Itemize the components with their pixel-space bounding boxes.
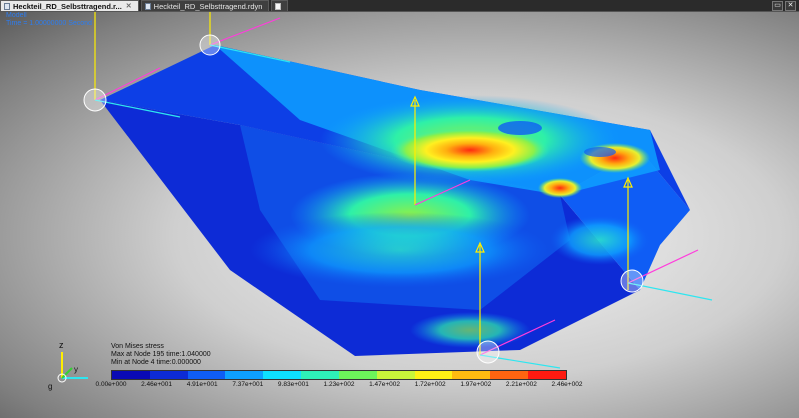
legend-tick-label: 7.37e+001 <box>232 381 264 388</box>
document-icon <box>144 2 151 10</box>
stress-region <box>498 121 542 135</box>
stress-region <box>550 215 650 265</box>
tab-label: Heckteil_RD_Selbsttragend.r... <box>13 1 122 11</box>
legend-tick-label: 1.72e+002 <box>414 381 446 388</box>
y-axis-label: y <box>74 365 78 374</box>
legend-tick-label: 2.46e+002 <box>551 381 583 388</box>
document-icon <box>4 2 10 10</box>
color-legend-bar <box>111 370 567 380</box>
close-icon[interactable]: ✕ <box>126 2 132 10</box>
stress-region <box>250 212 550 288</box>
new-tab-button[interactable] <box>271 0 289 11</box>
legend-color-segment <box>414 371 453 379</box>
legend-title: Von Mises stress <box>111 343 164 350</box>
legend-tick-label: 0.00e+000 <box>95 381 127 388</box>
new-document-icon <box>275 2 282 10</box>
document-tab-bar: Heckteil_RD_Selbsttragend.r... ✕ Hecktei… <box>0 0 799 12</box>
tab-heckteil-rdyn[interactable]: Heckteil_RD_Selbsttragend.rdyn <box>140 0 270 11</box>
legend-info: Von Mises stress Max at Node 195 time:1.… <box>111 343 211 367</box>
g-label: g <box>48 382 52 391</box>
legend-color-segment <box>490 371 529 379</box>
legend-color-segment <box>112 371 150 379</box>
3d-viewport[interactable]: Modell Time = 1.00000000 Second z y g Vo… <box>0 12 799 418</box>
legend-color-segment <box>528 371 566 379</box>
legend-tick-label: 1.47e+002 <box>369 381 401 388</box>
legend-tick-label: 2.21e+002 <box>505 381 537 388</box>
color-legend-ticks: 0.00e+000 2.46e+001 4.91e+001 7.37e+001 9.83… <box>86 381 596 391</box>
legend-tick-label: 2.46e+001 <box>141 381 173 388</box>
hot-spot <box>538 178 582 198</box>
close-window-button[interactable]: ✕ <box>785 1 796 11</box>
legend-color-segment <box>225 371 264 379</box>
legend-color-segment <box>338 371 377 379</box>
legend-color-segment <box>187 371 226 379</box>
restore-button[interactable]: ▭ <box>772 1 783 11</box>
legend-color-segment <box>149 371 188 379</box>
legend-tick-label: 1.97e+002 <box>460 381 492 388</box>
legend-max: Max at Node 195 time:1.040000 <box>111 351 211 358</box>
z-axis-label: z <box>59 340 64 350</box>
legend-tick-label: 4.91e+001 <box>186 381 218 388</box>
legend-color-segment <box>263 371 302 379</box>
legend-color-segment <box>301 371 339 379</box>
tab-heckteil-r[interactable]: Heckteil_RD_Selbsttragend.r... ✕ <box>0 0 139 11</box>
stress-region <box>584 147 616 157</box>
legend-tick-label: 9.83e+001 <box>277 381 309 388</box>
stress-region <box>410 312 530 348</box>
legend-color-segment <box>376 371 415 379</box>
legend-min: Min at Node 4 time:0.000000 <box>111 359 201 366</box>
axis-triad: z y g <box>48 340 88 391</box>
tab-label: Heckteil_RD_Selbsttragend.rdyn <box>153 1 263 11</box>
window-controls: ▭ ✕ <box>772 1 796 11</box>
hot-spot <box>580 143 650 173</box>
legend-tick-label: 1.23e+002 <box>323 381 355 388</box>
legend-color-segment <box>452 371 491 379</box>
